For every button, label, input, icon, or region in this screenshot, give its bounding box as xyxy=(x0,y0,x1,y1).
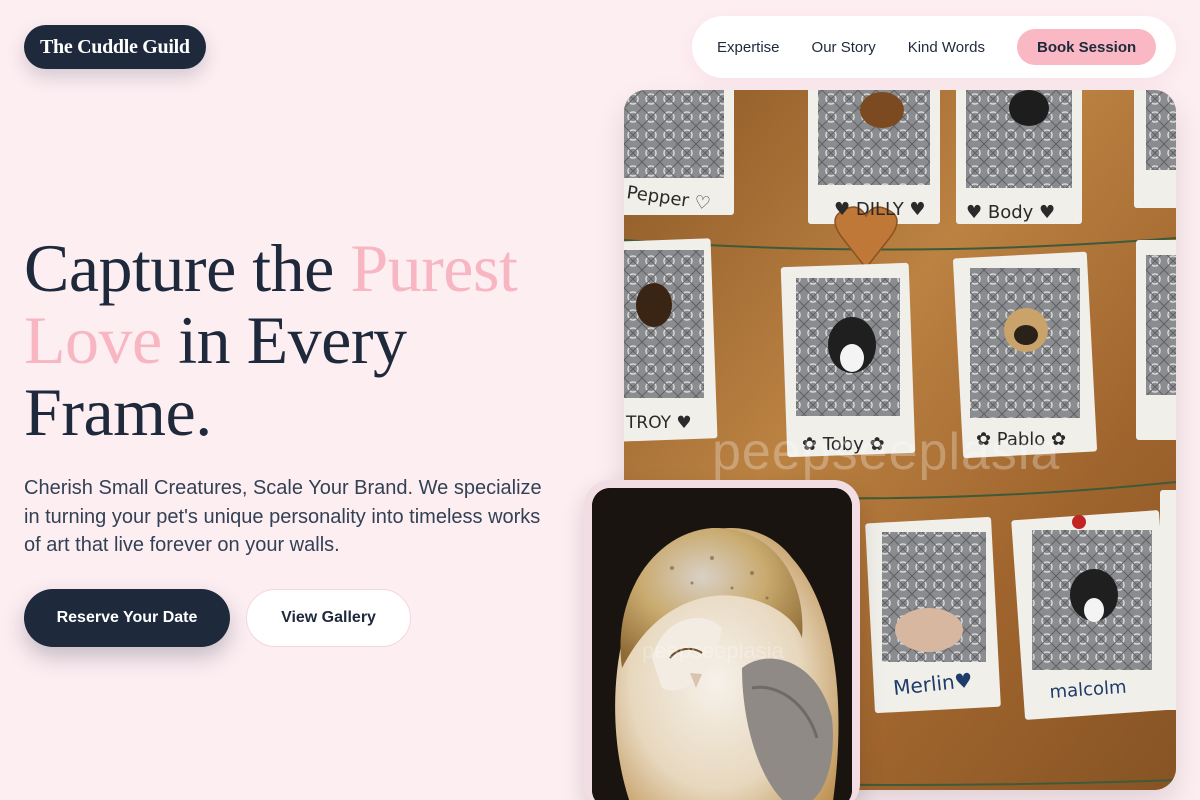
svg-text:TROY ♥: TROY ♥ xyxy=(625,413,692,433)
main-nav: Expertise Our Story Kind Words Book Sess… xyxy=(692,16,1176,78)
nav-link-our-story[interactable]: Our Story xyxy=(812,39,876,56)
polaroid-bottom-3 xyxy=(1160,490,1176,710)
view-gallery-button[interactable]: View Gallery xyxy=(246,589,411,647)
headline-text-3: Frame. xyxy=(24,374,212,450)
headline-text-2: in Every xyxy=(161,302,407,378)
svg-text:♥ DILLY ♥: ♥ DILLY ♥ xyxy=(834,199,926,220)
owl-photo: peepseeplasia xyxy=(592,488,852,800)
hero-headline: Capture the Purest Love in Every Frame. xyxy=(24,232,584,448)
hero-subtext: Cherish Small Creatures, Scale Your Bran… xyxy=(24,477,542,556)
headline-accent-purest: Purest xyxy=(350,230,518,306)
brand-logo[interactable]: The Cuddle Guild xyxy=(24,25,206,69)
photo-watermark: peepseeplasia xyxy=(712,423,1061,481)
owl-photo-card: peepseeplasia xyxy=(584,480,860,800)
headline-text-1: Capture the xyxy=(24,230,351,306)
polaroid-mid-1 xyxy=(624,238,718,442)
book-session-button[interactable]: Book Session xyxy=(1016,29,1157,65)
polaroid-top-4 xyxy=(1134,90,1176,208)
reserve-date-button[interactable]: Reserve Your Date xyxy=(24,589,230,647)
owl-watermark: peepseeplasia xyxy=(642,638,784,663)
svg-text:♥ Body ♥: ♥ Body ♥ xyxy=(966,202,1055,223)
headline-accent-love: Love xyxy=(24,302,162,378)
nav-link-expertise[interactable]: Expertise xyxy=(717,39,780,56)
polaroid-mid-4 xyxy=(1136,240,1176,440)
nav-link-kind-words[interactable]: Kind Words xyxy=(908,39,985,56)
